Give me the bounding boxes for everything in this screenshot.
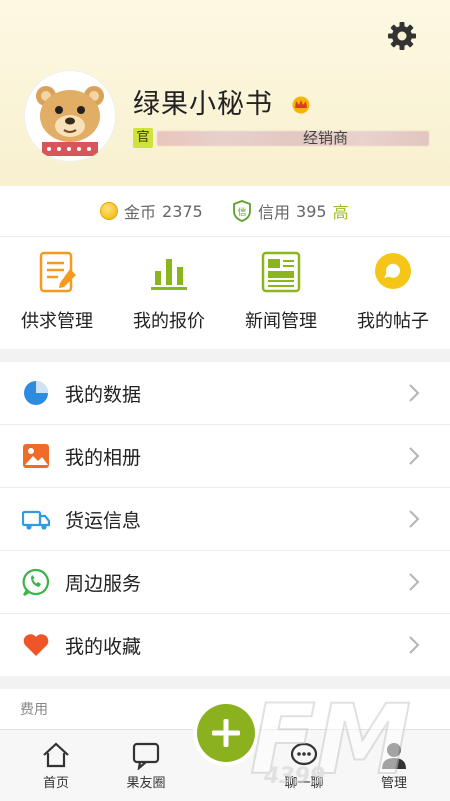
menu-item-label: 我的收藏 [65,636,142,658]
coins-stat[interactable]: 金币 2375 [100,200,203,222]
menu-item-label: 货运信息 [65,510,142,532]
chevron-right-icon [408,383,420,403]
tab-fruit-circle[interactable]: 果友圈 [111,740,181,791]
pie-chart-icon [22,379,50,407]
news-icon [258,249,304,295]
avatar[interactable] [24,70,116,162]
truck-icon [21,505,51,533]
chevron-right-icon [408,635,420,655]
quick-action-posts[interactable]: 我的帖子 [337,249,449,345]
shield-icon: 信 [232,200,252,222]
tab-label: 管理 [380,776,407,791]
tab-label: 聊一聊 [284,776,324,791]
menu-item-nearby-services[interactable]: 周边服务 [0,551,450,614]
heart-icon [22,631,50,659]
menu-item-label: 我的数据 [65,384,142,406]
chat-square-icon [131,740,161,771]
chevron-right-icon [408,572,420,592]
chat-dots-icon [289,740,319,770]
tab-label: 果友圈 [126,776,166,791]
menu-item-freight[interactable]: 货运信息 [0,488,450,551]
tab-home[interactable]: 首页 [21,740,91,791]
section-title: 费用 [20,702,48,718]
quick-action-label: 供求管理 [21,311,93,332]
credit-icon-text: 信 [237,206,246,218]
add-button[interactable] [197,704,255,762]
quick-action-label: 新闻管理 [245,311,317,332]
tab-chat[interactable]: 聊一聊 [269,740,339,791]
quick-action-quote[interactable]: 我的报价 [113,249,225,345]
menu-item-label: 我的相册 [65,447,142,469]
blurred-company-name [157,131,429,146]
menu-item-favorites[interactable]: 我的收藏 [0,614,450,676]
profile-name: 绿果小秘书 [133,89,273,120]
coins-label: 金币 [124,203,157,222]
tab-label: 首页 [42,776,69,791]
menu-item-label: 周边服务 [65,573,142,595]
role-label: 经销商 [303,129,349,147]
menu-item-my-data[interactable]: 我的数据 [0,362,450,425]
credit-label: 信用 [258,203,291,222]
credit-stat[interactable]: 信 信用 395 高 [232,200,349,222]
chevron-right-icon [408,446,420,466]
home-icon [41,740,71,770]
menu-item-album[interactable]: 我的相册 [0,425,450,488]
crown-icon [290,96,312,114]
person-icon [379,740,409,770]
phone-bubble-icon [22,568,50,596]
quick-actions: 供求管理 我的报价 新闻管理 我的帖子 [0,237,450,349]
bar-chart-icon [146,249,192,295]
credit-level: 高 [332,203,349,222]
menu-list: 我的数据 我的相册 货运信息 周边服务 我的收藏 [0,362,450,676]
stats-row: 金币 2375 信 信用 395 高 [0,186,450,237]
chevron-right-icon [408,509,420,529]
coin-icon [100,202,118,220]
chat-bubble-icon [370,249,416,295]
official-badge: 官 [133,128,153,148]
photo-icon [22,442,50,470]
settings-gear-icon[interactable] [384,18,420,54]
profile-header: 绿果小秘书 官 经销商 [0,0,450,186]
coins-value: 2375 [162,201,203,221]
verification-row: 官 经销商 [133,128,433,150]
tab-manage[interactable]: 管理 [359,740,429,791]
plus-icon [212,719,240,747]
quick-action-news[interactable]: 新闻管理 [225,249,337,345]
quick-action-label: 我的报价 [133,311,205,332]
quick-action-label: 我的帖子 [357,311,429,332]
quick-action-supply[interactable]: 供求管理 [1,249,113,345]
credit-value: 395 [296,201,327,221]
supply-doc-icon [34,249,80,295]
